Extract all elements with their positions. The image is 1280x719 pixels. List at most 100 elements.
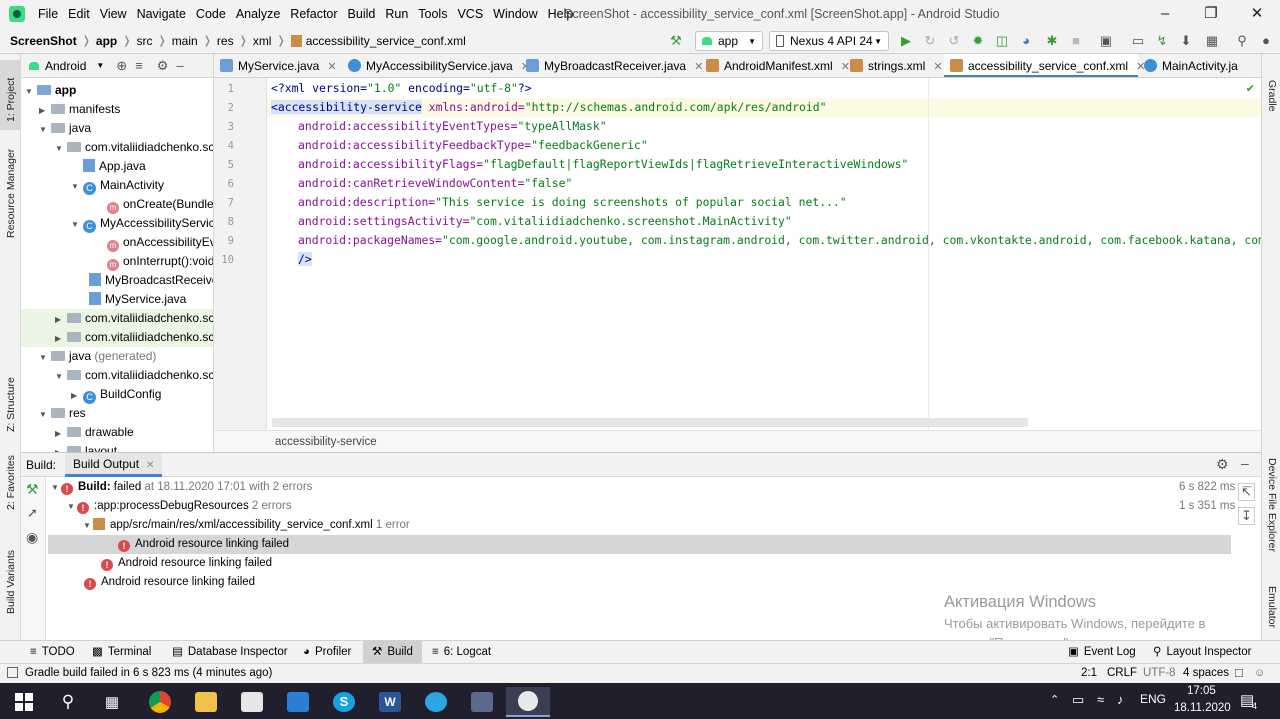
tree-item[interactable]: m onAccessibilityEve: [105, 233, 213, 252]
clock-time[interactable]: 17:05: [1187, 685, 1216, 697]
indent-setting[interactable]: 4 spaces: [1183, 664, 1229, 683]
build-file-row[interactable]: ▼ app/src/main/res/xml/accessibility_serv…: [83, 516, 410, 535]
menu-build[interactable]: Build: [343, 0, 381, 28]
menu-analyze[interactable]: Analyze: [231, 0, 285, 28]
gear-icon[interactable]: ⚙: [157, 58, 169, 74]
skype-icon[interactable]: S: [324, 687, 364, 717]
logcat-tool-button[interactable]: ≡ 6: Logcat: [432, 641, 491, 664]
apply-changes-icon[interactable]: ↺: [946, 33, 962, 49]
tree-item[interactable]: App.java: [81, 157, 146, 176]
user-icon[interactable]: ●: [1258, 33, 1274, 49]
debug-icon[interactable]: ✹: [970, 33, 986, 49]
network-app-icon[interactable]: [462, 687, 502, 717]
build-error-row[interactable]: ! Android resource linking failed: [101, 554, 272, 573]
tree-item[interactable]: ▼ C MyAccessibilityServic: [71, 214, 213, 233]
breadcrumb-src[interactable]: src: [136, 34, 152, 48]
layout-inspector-icon[interactable]: ▦: [1204, 33, 1220, 49]
menu-run[interactable]: Run: [380, 0, 413, 28]
breadcrumb-xml[interactable]: xml: [253, 34, 272, 48]
close-tab-icon[interactable]: ✕: [933, 61, 942, 73]
tab-myservice[interactable]: MyService.java ✕: [214, 54, 342, 77]
battery-icon[interactable]: ▭: [1072, 692, 1084, 708]
file-explorer-icon[interactable]: [186, 687, 226, 717]
chrome-icon[interactable]: [140, 687, 180, 717]
search-icon[interactable]: ⚲: [1234, 33, 1250, 49]
clock-date[interactable]: 18.11.2020: [1174, 702, 1231, 714]
windows-start-icon[interactable]: [0, 687, 48, 717]
project-structure-icon[interactable]: ▣: [1098, 33, 1114, 49]
menu-file[interactable]: File: [33, 0, 63, 28]
event-log-button[interactable]: ▣ Event Log: [1068, 641, 1136, 664]
tree-item[interactable]: ▶ manifests: [39, 100, 120, 119]
build-task-row[interactable]: ▼!:app:processDebugResources 2 errors: [67, 497, 292, 516]
tab-strings[interactable]: strings.xml ✕: [844, 54, 944, 77]
breadcrumb-project[interactable]: ScreenShot: [10, 34, 77, 48]
tab-mybroadcastreceiver[interactable]: MyBroadcastReceiver.java ✕: [520, 54, 703, 77]
attach-debugger-icon[interactable]: ✱: [1044, 33, 1060, 49]
status-message[interactable]: Gradle build failed in 6 s 823 ms (4 min…: [25, 664, 272, 683]
android-studio-taskbar-icon[interactable]: [506, 687, 550, 717]
inspector-icon[interactable]: ☺: [1254, 667, 1265, 679]
breadcrumb-app[interactable]: app: [96, 34, 117, 48]
hide-panel-icon[interactable]: –: [176, 58, 183, 73]
layout-inspector-button[interactable]: ⚲ Layout Inspector: [1153, 641, 1251, 664]
task-view-icon[interactable]: ▦: [92, 687, 132, 717]
minimize-icon[interactable]: –: [1142, 0, 1188, 28]
tree-item[interactable]: ▶ com.vitaliidiadchenko.sc: [21, 309, 213, 328]
tree-item[interactable]: m onCreate(Bundle):: [105, 195, 213, 214]
tree-item[interactable]: ▶ C BuildConfig: [71, 385, 161, 404]
structure-tab[interactable]: Z: Structure: [5, 377, 17, 432]
mail-icon[interactable]: [278, 687, 318, 717]
avd-manager-icon[interactable]: ▭: [1130, 33, 1146, 49]
coverage-icon[interactable]: ◫: [994, 33, 1010, 49]
tree-item[interactable]: ▼ com.vitaliidiadchenko.sc: [55, 366, 213, 385]
tree-item[interactable]: MyService.java: [87, 290, 186, 309]
resource-manager-tab[interactable]: Resource Manager: [5, 149, 17, 238]
breadcrumb-file[interactable]: accessibility_service_conf.xml: [306, 34, 466, 48]
collapse-all-icon[interactable]: ≡: [135, 58, 143, 73]
project-tool-tab[interactable]: 1: Project: [0, 60, 20, 130]
project-view-select[interactable]: Android: [45, 59, 86, 73]
run-icon[interactable]: ▶: [898, 33, 914, 49]
menu-tools[interactable]: Tools: [413, 0, 452, 28]
breadcrumb-main[interactable]: main: [172, 34, 198, 48]
tree-item[interactable]: ▶ drawable: [55, 423, 134, 442]
menu-vcs[interactable]: VCS: [452, 0, 488, 28]
tab-accessibility-service-conf[interactable]: accessibility_service_conf.xml ✕: [944, 54, 1145, 77]
terminal-tool-button[interactable]: ▩ Terminal: [92, 641, 151, 664]
panel-toggle-icon[interactable]: [7, 667, 18, 678]
store-icon[interactable]: [232, 687, 272, 717]
database-inspector-button[interactable]: ▤ Database Inspector: [172, 641, 288, 664]
tree-item[interactable]: m onInterrupt():void: [105, 252, 213, 271]
close-tab-icon[interactable]: ✕: [146, 460, 154, 471]
todo-tool-button[interactable]: ≡ TODO: [30, 641, 75, 664]
language-indicator[interactable]: ENG: [1140, 692, 1166, 706]
hammer-icon[interactable]: ⚒: [26, 481, 39, 498]
menu-navigate[interactable]: Navigate: [132, 0, 191, 28]
search-icon[interactable]: ⚲: [48, 687, 88, 717]
menu-code[interactable]: Code: [191, 0, 231, 28]
profiler-tool-button[interactable]: ◕ Profiler: [303, 641, 351, 664]
profile-icon[interactable]: ◕: [1018, 33, 1034, 49]
sdk-manager-icon[interactable]: ⬇: [1178, 33, 1194, 49]
device-file-explorer-tab[interactable]: Device File Explorer: [1266, 458, 1278, 552]
device-select[interactable]: Nexus 4 API 24 ▼: [769, 31, 889, 51]
tree-item[interactable]: ▼ java (generated): [39, 347, 156, 366]
run-config-select[interactable]: app ▼: [695, 31, 763, 51]
tab-androidmanifest[interactable]: AndroidManifest.xml ✕: [700, 54, 850, 77]
sync-gradle-icon[interactable]: ↯: [1154, 33, 1170, 49]
chevron-up-icon[interactable]: ⌃: [1050, 693, 1059, 706]
maximize-icon[interactable]: ❐: [1188, 0, 1234, 28]
tree-item[interactable]: ▶layout: [55, 442, 117, 452]
tree-item[interactable]: ▼ app: [25, 81, 213, 100]
favorites-tab[interactable]: 2: Favorites: [5, 455, 17, 510]
wifi-icon[interactable]: ≈: [1097, 692, 1104, 707]
menu-refactor[interactable]: Refactor: [285, 0, 342, 28]
volume-icon[interactable]: ♪: [1117, 692, 1124, 707]
soft-wrap-icon[interactable]: ↸: [1238, 483, 1255, 501]
code-editor[interactable]: <?xml version="1.0" encoding="utf-8"?> <…: [267, 78, 1261, 430]
tree-item[interactable]: ▼ C MainActivity: [71, 176, 164, 195]
tree-item[interactable]: ▼ java: [39, 119, 91, 138]
hammer-icon[interactable]: ⚒: [668, 33, 684, 49]
menu-edit[interactable]: Edit: [63, 0, 95, 28]
